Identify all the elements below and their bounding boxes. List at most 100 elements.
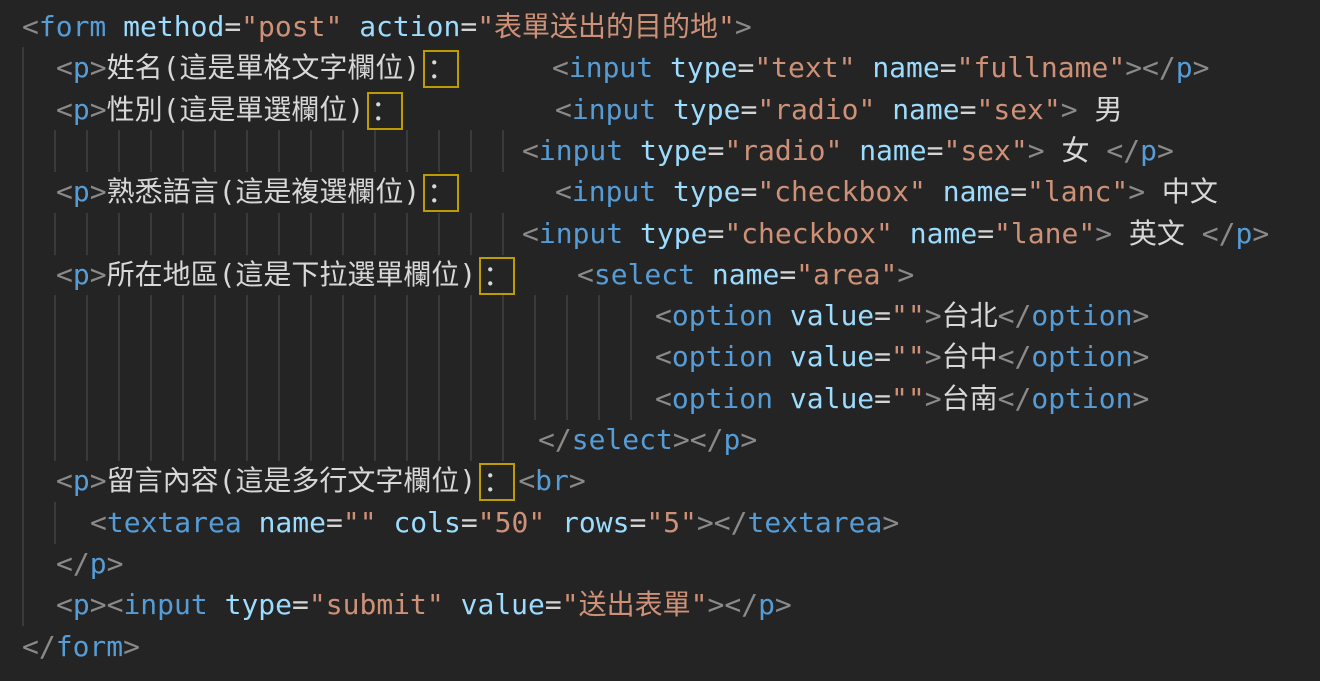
- code-token-punctuation: >: [925, 340, 942, 373]
- code-token-tag-name: select: [594, 258, 695, 291]
- code-token-plain-text: [656, 175, 673, 208]
- code-line-3[interactable]: <p>性別(這是單選欄位)：<input type="radio" name="…: [0, 89, 1320, 131]
- code-editor[interactable]: <form method="post" action="表單送出的目的地"><p…: [0, 0, 1320, 681]
- code-token-plain-text: [893, 217, 910, 250]
- indent-guide: [22, 295, 24, 337]
- indent-guide: [246, 336, 248, 378]
- code-line-6[interactable]: <input type="checkbox" name="lane"> 英文 <…: [0, 213, 1320, 255]
- code-line-8[interactable]: <option value="">台北</option>: [0, 295, 1320, 337]
- code-token-plain-text: [773, 299, 790, 332]
- code-token-punctuation: ></: [707, 588, 758, 621]
- code-token-plain-text: [695, 258, 712, 291]
- code-token-string-value: "radio": [757, 93, 875, 126]
- code-line-11[interactable]: </select></p>: [0, 419, 1320, 461]
- code-token-punctuation: <: [555, 93, 572, 126]
- code-token-tag-name: input: [569, 51, 653, 84]
- code-token-punctuation: >: [1133, 299, 1150, 332]
- code-token-tag-name: option: [1031, 340, 1132, 373]
- code-line-2[interactable]: <p>姓名(這是單格文字欄位)：<input type="text" name=…: [0, 47, 1320, 89]
- code-token-tag-name: select: [572, 423, 673, 456]
- code-token-tag-name: p: [1140, 134, 1157, 167]
- code-line-1[interactable]: <form method="post" action="表單送出的目的地">: [0, 6, 1320, 48]
- indent-guide: [566, 336, 568, 378]
- code-token-punctuation: ></: [1125, 51, 1176, 84]
- indent-guide: [22, 130, 24, 172]
- code-token-plain-text: 女: [1045, 134, 1107, 167]
- code-token-equals-operator: =: [874, 340, 891, 373]
- code-segment: <option value="">台南</option>: [655, 378, 1149, 420]
- code-token-punctuation: >: [897, 258, 914, 291]
- code-token-equals-operator: =: [460, 10, 477, 43]
- indent-guide: [438, 130, 440, 172]
- indent-guide: [150, 336, 152, 378]
- code-token-punctuation: >: [925, 299, 942, 332]
- indent-guide: [54, 130, 56, 172]
- code-token-plain-text: [342, 10, 359, 43]
- code-token-tag-name: input: [123, 588, 207, 621]
- code-token-string-value: "50": [478, 506, 545, 539]
- code-token-tag-name: input: [539, 134, 623, 167]
- code-line-12[interactable]: <p>留言內容(這是多行文字欄位)：<br>: [0, 460, 1320, 502]
- indent-guide: [502, 336, 504, 378]
- code-token-string-value: "fullname": [957, 51, 1126, 84]
- code-token-attribute-name: value: [790, 382, 874, 415]
- code-token-attribute-name: type: [670, 51, 737, 84]
- indent-guide: [246, 213, 248, 255]
- code-token-tag-name: option: [672, 340, 773, 373]
- indent-guide: [182, 130, 184, 172]
- code-line-14[interactable]: </p>: [0, 543, 1320, 585]
- indent-guide: [86, 295, 88, 337]
- indent-guide: [182, 378, 184, 420]
- code-token-punctuation: <: [90, 506, 107, 539]
- code-token-plain-text: 留言內容(這是多行文字欄位): [107, 464, 477, 497]
- code-token-string-value: "sex": [943, 134, 1027, 167]
- indent-guide: [150, 419, 152, 461]
- indent-guide: [278, 213, 280, 255]
- code-token-tag-name: p: [90, 547, 107, 580]
- code-token-string-value: "checkbox": [757, 175, 926, 208]
- code-line-13[interactable]: <textarea name="" cols="50" rows="5"></t…: [0, 502, 1320, 544]
- code-line-7[interactable]: <p>所在地區(這是下拉選單欄位)：<select name="area">: [0, 254, 1320, 296]
- code-token-punctuation: <: [56, 258, 73, 291]
- unicode-highlight-box: ：: [479, 463, 515, 501]
- code-token-equals-operator: =: [740, 93, 757, 126]
- code-token-attribute-name: name: [872, 51, 939, 84]
- code-line-5[interactable]: <p>熟悉語言(這是複選欄位)：<input type="checkbox" n…: [0, 171, 1320, 213]
- indent-guide: [438, 295, 440, 337]
- code-token-plain-text: 台中: [942, 340, 998, 373]
- code-token-tag-name: textarea: [748, 506, 883, 539]
- code-line-9[interactable]: <option value="">台中</option>: [0, 336, 1320, 378]
- code-token-punctuation: >: [925, 382, 942, 415]
- indent-guide: [566, 378, 568, 420]
- code-token-plain-text: 姓名(這是單格文字欄位): [107, 51, 421, 84]
- code-token-punctuation: </: [998, 340, 1032, 373]
- indent-guide: [22, 254, 24, 296]
- indent-guide: [374, 295, 376, 337]
- indent-guide: [54, 419, 56, 461]
- indent-guide: [246, 378, 248, 420]
- code-token-equals-operator: =: [740, 175, 757, 208]
- code-token-string-value: "lane": [994, 217, 1095, 250]
- code-token-punctuation: <: [577, 258, 594, 291]
- indent-guide: [438, 378, 440, 420]
- code-token-plain-text: [208, 588, 225, 621]
- indent-guide: [310, 419, 312, 461]
- indent-guide: [342, 295, 344, 337]
- code-token-punctuation: <: [518, 464, 535, 497]
- code-line-10[interactable]: <option value="">台南</option>: [0, 378, 1320, 420]
- indent-guide: [406, 130, 408, 172]
- code-line-4[interactable]: <input type="radio" name="sex"> 女 </p>: [0, 130, 1320, 172]
- code-token-attribute-name: value: [790, 340, 874, 373]
- code-token-punctuation: >: [1128, 175, 1145, 208]
- code-token-attribute-name: method: [123, 10, 224, 43]
- code-token-punctuation: <: [56, 93, 73, 126]
- indent-guide: [86, 213, 88, 255]
- code-segment: <input type="checkbox" name="lane"> 英文 <…: [522, 213, 1269, 255]
- indent-guide: [182, 336, 184, 378]
- indent-guide: [310, 130, 312, 172]
- code-line-16[interactable]: </form>: [0, 626, 1320, 668]
- indent-guide: [470, 213, 472, 255]
- code-token-tag-name: p: [758, 588, 775, 621]
- code-line-15[interactable]: <p><input type="submit" value="送出表單"></p…: [0, 584, 1320, 626]
- code-segment: <select name="area">: [577, 254, 914, 296]
